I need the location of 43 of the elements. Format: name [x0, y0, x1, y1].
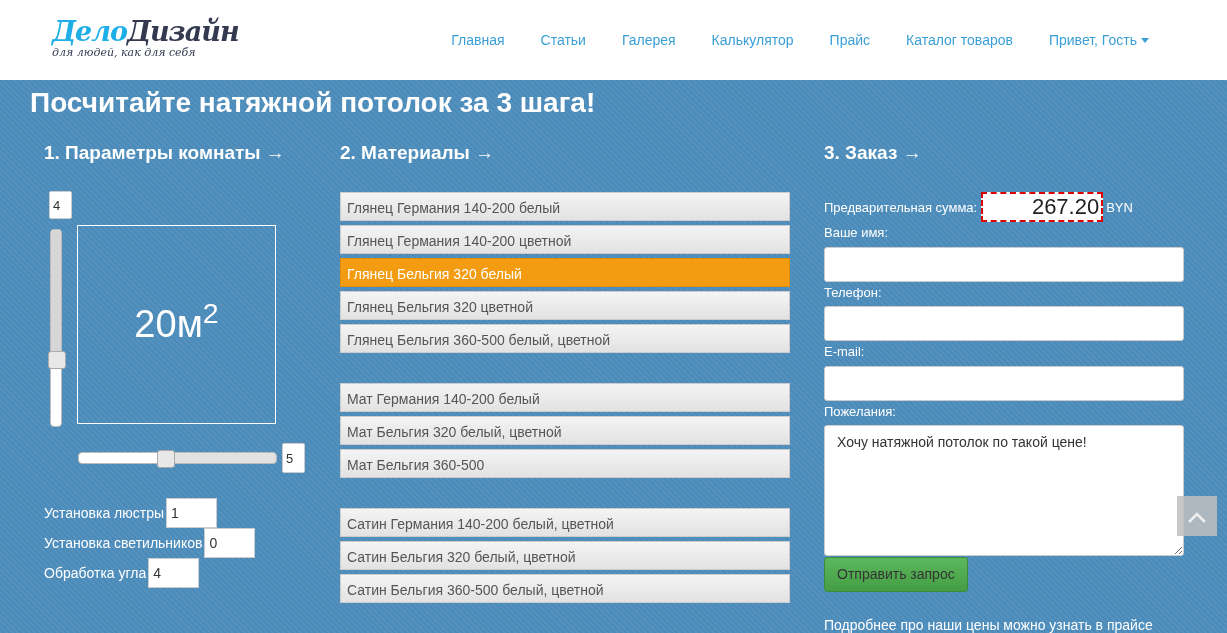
sum-value: 267.20: [981, 192, 1104, 223]
slider-thumb[interactable]: [48, 350, 66, 369]
column-heading: 1. Параметры комнаты →: [44, 141, 286, 165]
sum-label: Предварительная сумма:: [824, 198, 978, 217]
length-field[interactable]: 5: [282, 443, 305, 474]
logo-text[interactable]: ДелоДизайн: [52, 18, 239, 46]
field-label: Телефон:: [824, 283, 883, 302]
count-field[interactable]: 0: [204, 528, 256, 559]
slider-thumb[interactable]: [156, 450, 175, 469]
column-heading: 2. Материалы →: [340, 141, 496, 165]
material-option[interactable]: Глянец Бельгия 320 цветной: [340, 291, 790, 321]
text-field[interactable]: [824, 365, 1184, 401]
text-field[interactable]: [824, 246, 1184, 282]
material-option[interactable]: Сатин Бельгия 360-500 белый, цветной: [340, 574, 790, 604]
chevron-up-icon: [1188, 510, 1206, 523]
material-option[interactable]: Мат Бельгия 320 белый, цветной: [340, 416, 790, 446]
material-option[interactable]: Глянец Германия 140-200 цветной: [340, 225, 790, 255]
width-field[interactable]: 4: [49, 191, 72, 220]
page-title: Посчитайте натяжной потолок за 3 шага!: [30, 86, 597, 120]
field-label: Пожелания:: [824, 402, 897, 421]
material-option[interactable]: Сатин Германия 140-200 белый, цветной: [340, 508, 790, 538]
length-slider[interactable]: [78, 452, 277, 465]
text-field[interactable]: [824, 306, 1184, 342]
field-label: Обработка угла: [44, 563, 147, 583]
field-label: Установка люстры: [44, 503, 164, 523]
field-label: Установка светильников: [44, 533, 203, 553]
material-option[interactable]: Сатин Бельгия 320 белый, цветной: [340, 541, 790, 571]
material-option[interactable]: Мат Германия 140-200 белый: [340, 383, 790, 413]
message-field[interactable]: Хочу натяжной потолок по такой цене!: [824, 425, 1184, 557]
field-label: E-mail:: [824, 343, 866, 362]
currency-label: BYN: [1106, 198, 1133, 217]
scroll-top-button[interactable]: [1177, 496, 1217, 536]
material-option[interactable]: Глянец Германия 140-200 белый: [340, 192, 790, 222]
logo-tagline: для людей, как для себя: [52, 46, 197, 62]
count-field[interactable]: 4: [148, 558, 200, 589]
submit-button[interactable]: Отправить запрос: [824, 557, 968, 593]
field-label: Ваше имя:: [824, 224, 890, 243]
count-field[interactable]: 1: [166, 498, 217, 529]
material-option[interactable]: Глянец Бельгия 360-500 белый, цветной: [340, 324, 790, 354]
area-value: 20м$^{2}$: [134, 296, 219, 348]
column-heading: 3. Заказ →: [824, 141, 923, 165]
price-note: Подробнее про наши цены можно узнать в прайсе: [824, 616, 1154, 633]
material-option[interactable]: Мат Бельгия 360-500: [340, 449, 790, 479]
